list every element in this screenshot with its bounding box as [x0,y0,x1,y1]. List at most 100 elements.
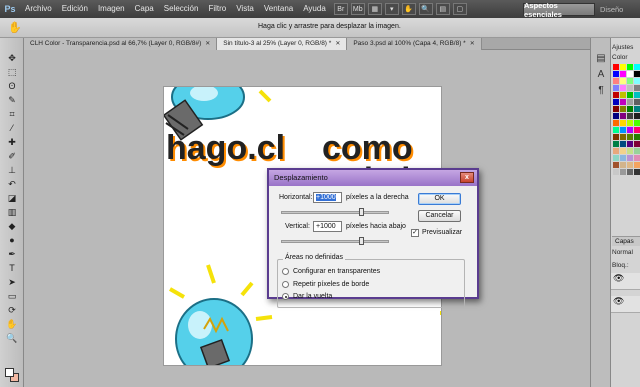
color-swatch[interactable] [613,169,619,175]
color-swatch[interactable] [620,134,626,140]
color-swatch[interactable] [620,85,626,91]
color-swatch[interactable] [620,127,626,133]
history-panel-icon[interactable]: ▤ [594,52,608,65]
color-swatch[interactable] [613,141,619,147]
close-icon[interactable]: ✕ [205,38,210,50]
color-swatch[interactable] [613,85,619,91]
panel-tab-color[interactable]: Color [612,54,628,61]
color-swatch[interactable] [620,113,626,119]
color-swatch[interactable] [620,148,626,154]
vertical-input[interactable]: +1000 [313,221,342,232]
path-select-tool-icon[interactable]: ➤ [4,276,20,288]
minibridge-icon[interactable]: Mb [350,3,365,15]
menu-seleccion[interactable]: Selección [159,0,204,18]
menu-filtro[interactable]: Filtro [203,0,231,18]
zoom-level-icon[interactable]: ▾ [384,3,399,15]
color-swatch[interactable] [627,113,633,119]
color-swatch[interactable] [613,148,619,154]
document-tab[interactable]: CLH Color - Transparencia.psd al 66,7% (… [24,38,218,50]
swatches-grid[interactable] [613,64,640,175]
marquee-tool-icon[interactable]: ⬚ [4,66,20,78]
color-swatch[interactable] [620,155,626,161]
color-swatch[interactable] [627,134,633,140]
dodge-tool-icon[interactable]: ● [4,234,20,246]
color-swatch[interactable] [620,92,626,98]
close-icon[interactable]: ✕ [335,38,340,50]
blur-tool-icon[interactable]: ◆ [4,220,20,232]
color-swatch[interactable] [634,92,640,98]
horizontal-slider[interactable] [281,208,389,216]
slider-thumb[interactable] [359,237,364,245]
hand-tool-icon[interactable]: ✋ [8,21,22,35]
layer-row[interactable]: 👁 [611,273,640,290]
character-panel-icon[interactable]: A [594,68,608,81]
color-swatch[interactable] [634,155,640,161]
color-swatch[interactable] [634,113,640,119]
color-swatch[interactable] [620,99,626,105]
color-swatch[interactable] [613,162,619,168]
color-swatch[interactable] [620,78,626,84]
3d-rotate-tool-icon[interactable]: ⟳ [4,304,20,316]
color-swatch[interactable] [613,99,619,105]
menu-ventana[interactable]: Ventana [259,0,298,18]
visibility-eye-icon[interactable]: 👁 [611,296,624,306]
workspace-essentials-button[interactable]: Aspectos esenciales [523,1,595,19]
color-swatch[interactable] [634,85,640,91]
color-swatch[interactable] [634,99,640,105]
hand-tool-icon[interactable]: ✋ [4,318,20,330]
color-swatch[interactable] [627,85,633,91]
lasso-tool-icon[interactable]: ʘ [4,80,20,92]
color-swatch[interactable] [620,106,626,112]
color-swatch[interactable] [613,120,619,126]
color-swatch[interactable] [627,106,633,112]
history-brush-tool-icon[interactable]: ↶ [4,178,20,190]
color-swatch[interactable] [627,141,633,147]
menu-edicion[interactable]: Edición [57,0,93,18]
color-swatch[interactable] [634,78,640,84]
quick-select-tool-icon[interactable]: ✎ [4,94,20,106]
menu-ayuda[interactable]: Ayuda [298,0,331,18]
color-swatch[interactable] [627,64,633,70]
color-swatch[interactable] [613,155,619,161]
color-swatch[interactable] [634,148,640,154]
color-swatch[interactable] [627,127,633,133]
color-swatch[interactable] [613,92,619,98]
cancel-button[interactable]: Cancelar [418,210,461,222]
color-swatch[interactable] [613,113,619,119]
move-tool-icon[interactable]: ✥ [4,52,20,64]
color-swatch[interactable] [613,64,619,70]
clone-stamp-tool-icon[interactable]: ⊥ [4,164,20,176]
color-swatch[interactable] [634,64,640,70]
workspace-design-button[interactable]: Diseño [600,3,623,16]
close-button[interactable]: x [460,172,474,183]
type-tool-icon[interactable]: T [4,262,20,274]
color-swatch[interactable] [627,92,633,98]
panel-tab-ajustes[interactable]: Ajustes [612,44,633,51]
color-swatch[interactable] [627,148,633,154]
vertical-slider[interactable] [281,237,389,245]
document-tab-active[interactable]: Sin título-3 al 25% (Layer 0, RGB/8) * ✕ [217,38,348,50]
color-swatch[interactable] [627,120,633,126]
foreground-color-swatch[interactable] [5,368,14,377]
slider-thumb[interactable] [359,208,364,216]
color-swatch[interactable] [620,64,626,70]
healing-brush-tool-icon[interactable]: ✚ [4,136,20,148]
color-swatch[interactable] [620,162,626,168]
color-swatch[interactable] [634,120,640,126]
visibility-eye-icon[interactable]: 👁 [611,273,624,283]
color-swatch[interactable] [627,99,633,105]
zoom-tool-icon[interactable]: 🔍 [4,332,20,344]
screen-mode-icon[interactable]: ▢ [452,3,467,15]
gradient-tool-icon[interactable]: ▥ [4,206,20,218]
color-swatch[interactable] [620,169,626,175]
menu-vista[interactable]: Vista [231,0,259,18]
color-swatch[interactable] [613,71,619,77]
color-swatch[interactable] [627,155,633,161]
menu-archivo[interactable]: Archivo [20,0,57,18]
radio-repeat-edge[interactable] [282,281,289,288]
eyedropper-tool-icon[interactable]: ⁄ [4,122,20,134]
color-swatch[interactable] [620,71,626,77]
color-swatch[interactable] [620,141,626,147]
color-swatch[interactable] [613,127,619,133]
shape-tool-icon[interactable]: ▭ [4,290,20,302]
